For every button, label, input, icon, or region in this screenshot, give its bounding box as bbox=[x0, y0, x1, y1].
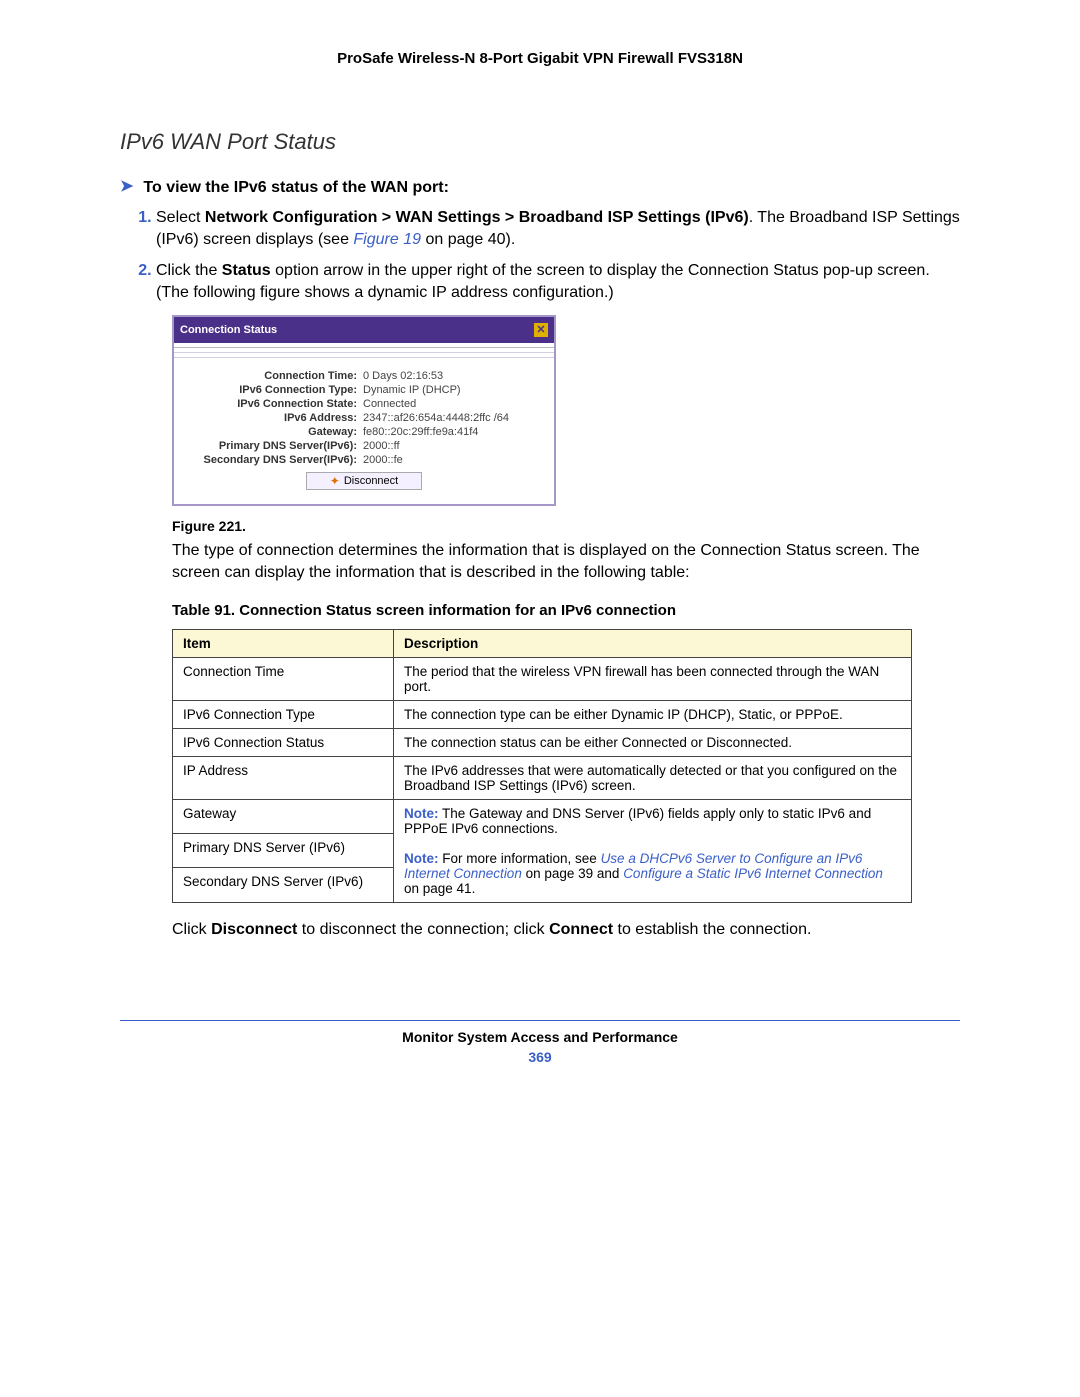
table-row: IPv6 Connection Status The connection st… bbox=[173, 728, 912, 756]
cell-item: IPv6 Connection Status bbox=[173, 728, 394, 756]
procedure-heading: ➤ To view the IPv6 status of the WAN port… bbox=[120, 177, 960, 197]
disconnect-button[interactable]: ✦ Disconnect bbox=[306, 472, 422, 490]
final-mid: to disconnect the connection; click bbox=[297, 921, 549, 938]
table-row: Gateway Note: The Gateway and DNS Server… bbox=[173, 799, 912, 833]
step-1: Select Network Configuration > WAN Setti… bbox=[156, 207, 960, 250]
footer-page-number: 369 bbox=[120, 1049, 960, 1065]
final-post: to establish the connection. bbox=[613, 921, 811, 938]
cell-item: Gateway bbox=[173, 799, 394, 833]
final-paragraph: Click Disconnect to disconnect the conne… bbox=[172, 919, 960, 941]
disconnect-icon: ✦ bbox=[330, 474, 340, 488]
kv-value: Dynamic IP (DHCP) bbox=[363, 384, 461, 396]
final-b2: Connect bbox=[549, 921, 613, 938]
popup-body: Connection Time:0 Days 02:16:53 IPv6 Con… bbox=[174, 358, 554, 504]
step-2: Click the Status option arrow in the upp… bbox=[156, 260, 960, 303]
cell-desc: The period that the wireless VPN firewal… bbox=[394, 657, 912, 700]
note-label: Note: bbox=[404, 851, 439, 866]
cell-item: IP Address bbox=[173, 756, 394, 799]
kv-value: 2000::fe bbox=[363, 454, 403, 466]
cell-item: Primary DNS Server (IPv6) bbox=[173, 833, 394, 867]
cell-desc: The connection type can be either Dynami… bbox=[394, 700, 912, 728]
disconnect-label: Disconnect bbox=[344, 475, 398, 487]
static-config-link[interactable]: Configure a Static IPv6 Internet Connect… bbox=[623, 866, 883, 881]
kv-label: IPv6 Connection State: bbox=[182, 398, 363, 410]
table-caption: Table 91. Connection Status screen infor… bbox=[172, 602, 960, 619]
kv-value: 2000::ff bbox=[363, 440, 400, 452]
table-header-desc: Description bbox=[394, 629, 912, 657]
kv-value: fe80::20c:29ff:fe9a:41f4 bbox=[363, 426, 478, 438]
arrow-right-icon: ➤ bbox=[120, 176, 133, 196]
popup-titlebar: Connection Status ✕ bbox=[174, 317, 554, 343]
final-b1: Disconnect bbox=[211, 921, 297, 938]
cell-desc-merged: Note: The Gateway and DNS Server (IPv6) … bbox=[394, 799, 912, 902]
connection-status-popup: Connection Status ✕ Connection Time:0 Da… bbox=[172, 315, 556, 506]
note2-tail: on page 41. bbox=[404, 881, 475, 896]
kv-value: 2347::af26:654a:4448:2ffc /64 bbox=[363, 412, 509, 424]
kv-label: Secondary DNS Server(IPv6): bbox=[182, 454, 363, 466]
connection-status-table: Item Description Connection Time The per… bbox=[172, 629, 912, 903]
cell-item: Secondary DNS Server (IPv6) bbox=[173, 868, 394, 902]
post-figure-paragraph: The type of connection determines the in… bbox=[172, 540, 960, 583]
step2-bold: Status bbox=[222, 262, 271, 279]
step2-post: option arrow in the upper right of the s… bbox=[156, 262, 930, 301]
doc-header: ProSafe Wireless-N 8-Port Gigabit VPN Fi… bbox=[120, 50, 960, 67]
figure19-link[interactable]: Figure 19 bbox=[353, 231, 421, 248]
cell-desc: The connection status can be either Conn… bbox=[394, 728, 912, 756]
kv-label: Primary DNS Server(IPv6): bbox=[182, 440, 363, 452]
note-label: Note: bbox=[404, 806, 439, 821]
figure-caption: Figure 221. bbox=[172, 518, 960, 534]
procedure-heading-text: To view the IPv6 status of the WAN port: bbox=[143, 179, 449, 196]
step2-prefix: Click the bbox=[156, 262, 222, 279]
kv-label: Connection Time: bbox=[182, 370, 363, 382]
section-title: IPv6 WAN Port Status bbox=[120, 129, 960, 155]
cell-item: Connection Time bbox=[173, 657, 394, 700]
kv-value: Connected bbox=[363, 398, 416, 410]
table-header-item: Item bbox=[173, 629, 394, 657]
kv-label: IPv6 Address: bbox=[182, 412, 363, 424]
note2-pre: For more information, see bbox=[439, 851, 601, 866]
steps-list: Select Network Configuration > WAN Setti… bbox=[156, 207, 960, 303]
kv-label: IPv6 Connection Type: bbox=[182, 384, 363, 396]
step1-nav-path: Network Configuration > WAN Settings > B… bbox=[205, 209, 749, 226]
final-pre: Click bbox=[172, 921, 211, 938]
close-icon[interactable]: ✕ bbox=[534, 323, 548, 337]
popup-title-text: Connection Status bbox=[180, 324, 277, 336]
cell-item: IPv6 Connection Type bbox=[173, 700, 394, 728]
table-row: IP Address The IPv6 addresses that were … bbox=[173, 756, 912, 799]
kv-value: 0 Days 02:16:53 bbox=[363, 370, 443, 382]
table-row: Connection Time The period that the wire… bbox=[173, 657, 912, 700]
step1-prefix: Select bbox=[156, 209, 205, 226]
footer-divider bbox=[120, 1020, 960, 1021]
cell-desc: The IPv6 addresses that were automatical… bbox=[394, 756, 912, 799]
step1-tail: on page 40). bbox=[421, 231, 515, 248]
note-body: The Gateway and DNS Server (IPv6) fields… bbox=[404, 806, 871, 836]
popup-divider bbox=[174, 347, 554, 358]
note2-mid: on page 39 and bbox=[522, 866, 623, 881]
footer-chapter: Monitor System Access and Performance bbox=[120, 1029, 960, 1045]
table-row: IPv6 Connection Type The connection type… bbox=[173, 700, 912, 728]
kv-label: Gateway: bbox=[182, 426, 363, 438]
